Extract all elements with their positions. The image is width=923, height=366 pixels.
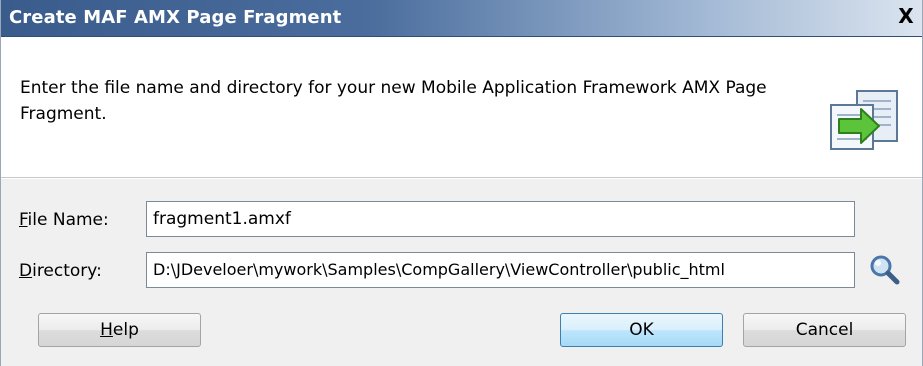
file-name-input[interactable]: fragment1.amxf bbox=[146, 201, 855, 237]
header-description: Enter the file name and directory for yo… bbox=[20, 78, 767, 124]
dialog-title: Create MAF AMX Page Fragment bbox=[9, 7, 342, 28]
wizard-header: Enter the file name and directory for yo… bbox=[1, 37, 922, 178]
directory-input[interactable]: D:\JDeveloer\mywork\Samples\CompGallery\… bbox=[146, 252, 855, 288]
ok-button[interactable]: OK bbox=[560, 313, 723, 347]
header-separator bbox=[1, 178, 922, 179]
file-name-mnemonic: F bbox=[19, 210, 28, 230]
create-page-fragment-dialog: Create MAF AMX Page Fragment X Enter the… bbox=[0, 0, 923, 366]
directory-label: Directory: bbox=[19, 261, 102, 281]
directory-mnemonic: D bbox=[19, 261, 33, 281]
directory-value: D:\JDeveloer\mywork\Samples\CompGallery\… bbox=[153, 260, 725, 279]
help-label: elp bbox=[112, 320, 139, 340]
directory-label-text: irectory: bbox=[32, 261, 102, 281]
file-name-label: File Name: bbox=[19, 210, 109, 230]
magnifier-icon[interactable] bbox=[867, 253, 901, 287]
file-name-value: fragment1.amxf bbox=[153, 209, 291, 229]
help-button[interactable]: Help bbox=[38, 313, 201, 347]
file-name-label-text: ile Name: bbox=[27, 210, 109, 230]
close-button[interactable]: X bbox=[892, 5, 920, 29]
wizard-new-file-arrow-icon bbox=[830, 90, 898, 150]
cancel-button[interactable]: Cancel bbox=[743, 313, 906, 347]
help-mnemonic: H bbox=[100, 320, 113, 340]
dialog-titlebar[interactable]: Create MAF AMX Page Fragment X bbox=[1, 0, 922, 37]
